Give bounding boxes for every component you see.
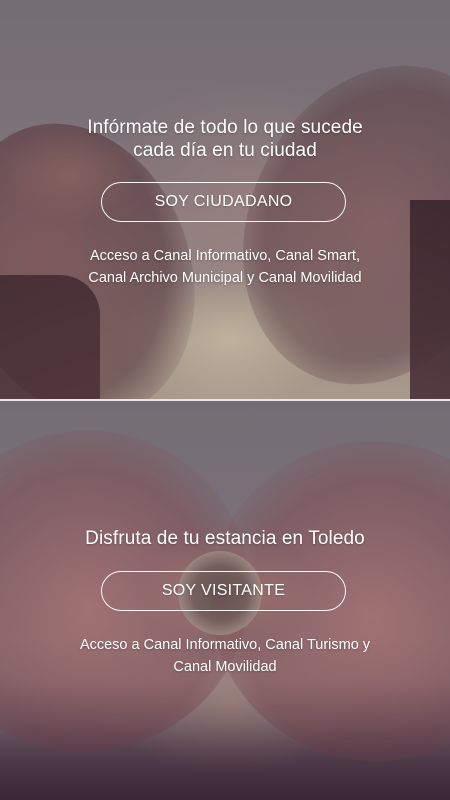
- citizen-headline-line2: cada día en tu ciudad: [133, 140, 317, 161]
- visitor-panel: Disfruta de tu estancia en Toledo SOY VI…: [0, 401, 450, 800]
- soy-ciudadano-button[interactable]: SOY CIUDADANO: [101, 182, 346, 222]
- citizen-description: Acceso a Canal Informativo, Canal Smart,…: [0, 245, 450, 289]
- citizen-panel: Infórmate de todo lo que sucede cada día…: [0, 0, 450, 399]
- citizen-headline: Infórmate de todo lo que sucede cada día…: [0, 116, 450, 162]
- visitor-description-line2: Canal Movilidad: [173, 659, 277, 675]
- citizen-headline-line1: Infórmate de todo lo que sucede: [87, 117, 363, 138]
- welcome-screen: Infórmate de todo lo que sucede cada día…: [0, 0, 450, 800]
- visitor-headline: Disfruta de tu estancia en Toledo: [85, 528, 365, 549]
- soy-ciudadano-button-label: SOY CIUDADANO: [154, 193, 293, 210]
- visitor-description-line1: Acceso a Canal Informativo, Canal Turism…: [79, 637, 371, 653]
- citizen-description-line1: Acceso a Canal Informativo, Canal Smart,: [90, 248, 360, 264]
- soy-visitante-button[interactable]: SOY VISITANTE: [101, 571, 346, 611]
- soy-visitante-button-label: SOY VISITANTE: [161, 582, 286, 599]
- visitor-description: Acceso a Canal Informativo, Canal Turism…: [0, 634, 450, 678]
- citizen-description-line2: Canal Archivo Municipal y Canal Movilida…: [88, 270, 362, 286]
